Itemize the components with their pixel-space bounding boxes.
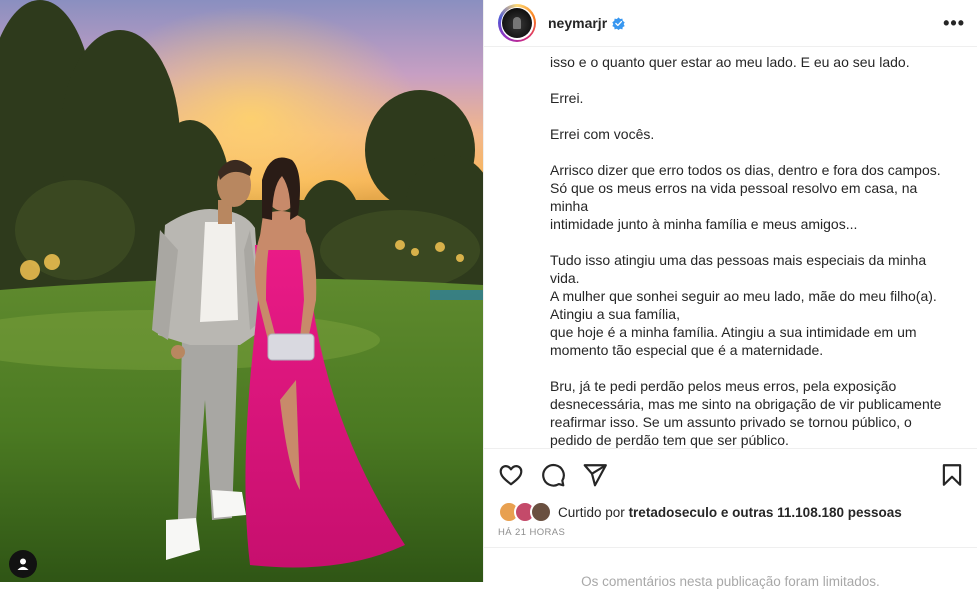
likes-connector: e bbox=[720, 504, 729, 520]
save-button[interactable] bbox=[939, 462, 965, 488]
post-sidebar: neymarjr ••• isso e o quanto quer estar … bbox=[483, 0, 977, 589]
caption-line: reafirmar isso. Se um assunto privado se… bbox=[550, 414, 912, 430]
avatar-image bbox=[502, 8, 532, 38]
comment-button[interactable] bbox=[540, 462, 566, 488]
caption-line: A mulher que sonhei seguir ao meu lado, … bbox=[550, 288, 937, 304]
share-button[interactable] bbox=[582, 462, 608, 488]
user-tag-icon bbox=[17, 558, 29, 570]
caption-paragraph: Tudo isso atingiu uma das pessoas mais e… bbox=[550, 251, 959, 359]
caption-line: Bru, já te pedi perdão pelos meus erros,… bbox=[550, 378, 897, 394]
caption-paragraph: Arrisco dizer que erro todos os dias, de… bbox=[550, 161, 959, 233]
more-options-button[interactable]: ••• bbox=[943, 13, 965, 34]
likes-summary: Curtido por tretadoseculo e outras 11.10… bbox=[484, 501, 977, 523]
caption-line: Arrisco dizer que erro todos os dias, de… bbox=[550, 162, 941, 178]
post-photo[interactable] bbox=[0, 0, 483, 582]
post-actions-bar bbox=[484, 448, 977, 501]
post-image bbox=[0, 0, 483, 582]
caption-line: intimidade junto à minha família e meus … bbox=[550, 216, 858, 232]
liker-username-link[interactable]: tretadoseculo bbox=[629, 505, 718, 520]
verified-badge-icon bbox=[612, 16, 625, 30]
like-button[interactable] bbox=[498, 462, 524, 488]
caption-paragraph: isso e o quanto quer estar ao meu lado. … bbox=[550, 53, 959, 71]
caption-line: Tudo isso atingiu uma das pessoas mais e… bbox=[550, 252, 927, 286]
comment-icon bbox=[542, 463, 565, 487]
caption-paragraph: Errei com vocês. bbox=[550, 125, 959, 143]
avatar-story-ring[interactable] bbox=[498, 4, 536, 42]
user-tag-button[interactable] bbox=[9, 550, 37, 578]
likes-prefix: Curtido por bbox=[558, 504, 625, 520]
liker-avatar bbox=[530, 501, 552, 523]
caption-line: isso e o quanto quer estar ao meu lado. … bbox=[550, 54, 910, 70]
post-timestamp[interactable]: HÁ 21 HORAS bbox=[484, 523, 977, 547]
post-header: neymarjr ••• bbox=[484, 0, 977, 47]
share-icon bbox=[583, 464, 607, 487]
liker-avatars[interactable] bbox=[498, 501, 552, 523]
caption-paragraph: Errei. bbox=[550, 89, 959, 107]
caption-paragraph: Bru, já te pedi perdão pelos meus erros,… bbox=[550, 377, 959, 448]
heart-icon bbox=[499, 465, 523, 486]
username-link[interactable]: neymarjr bbox=[548, 15, 607, 31]
likes-count-link[interactable]: outras 11.108.180 pessoas bbox=[732, 505, 902, 520]
caption-line: Só que os meus erros na vida pessoal res… bbox=[550, 180, 918, 214]
bookmark-icon bbox=[942, 464, 962, 486]
caption-line: momento tão especial que é a maternidade… bbox=[550, 342, 824, 358]
instagram-post: neymarjr ••• isso e o quanto quer estar … bbox=[0, 0, 977, 589]
post-caption: isso e o quanto quer estar ao meu lado. … bbox=[484, 47, 977, 448]
caption-line: pedido de perdão tem que ser público. bbox=[550, 432, 789, 448]
caption-line: desnecessária, mas me sinto na obrigação… bbox=[550, 396, 942, 412]
comments-limited-notice: Os comentários nesta publicação foram li… bbox=[484, 547, 977, 589]
caption-line: que hoje é a minha família. Atingiu a su… bbox=[550, 324, 917, 340]
caption-line: Errei com vocês. bbox=[550, 126, 655, 142]
caption-line: Errei. bbox=[550, 90, 584, 106]
caption-line: Atingiu a sua família, bbox=[550, 306, 680, 322]
avatar bbox=[500, 6, 534, 40]
